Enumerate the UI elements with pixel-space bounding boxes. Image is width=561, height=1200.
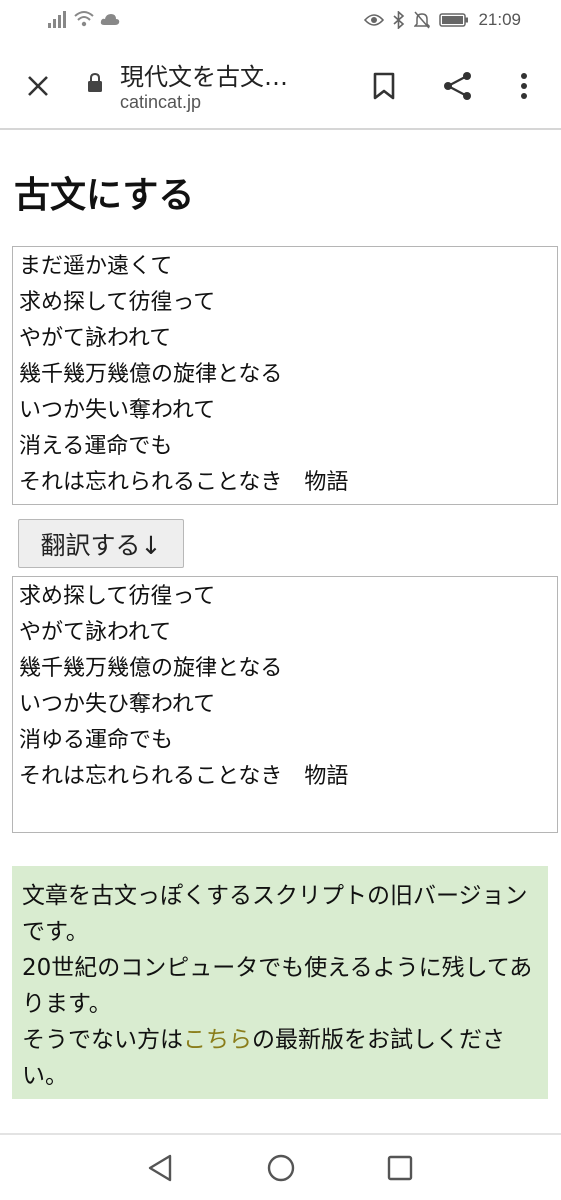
page-url[interactable]: catincat.jp (120, 92, 201, 113)
signal-icon (48, 11, 66, 28)
lock-icon (88, 72, 102, 92)
source-text-input[interactable]: まだ遥か遠くて 求め探して彷徨って やがて詠われて 幾千幾万幾億の旋律となる い… (12, 246, 558, 505)
bluetooth-icon (393, 11, 405, 29)
system-nav-bar (0, 1135, 561, 1200)
status-left (48, 10, 120, 28)
note-line-compat: 20世紀のコンピュータでも使えるように残してあります。 (22, 955, 533, 1017)
bookmark-button[interactable] (364, 66, 404, 106)
share-icon (444, 72, 471, 100)
page-title[interactable]: 現代文を古文… (120, 57, 288, 92)
mute-icon (414, 11, 431, 29)
status-right: 21:09 (364, 10, 521, 30)
battery-icon (439, 13, 469, 27)
note-text-before-link: そうでない方は (22, 1027, 183, 1053)
translate-button[interactable]: 翻訳する↓ (18, 519, 184, 568)
latest-version-link[interactable]: こちら (183, 1027, 252, 1053)
status-time: 21:09 (478, 10, 521, 29)
translated-text-output[interactable]: 求め探して彷徨って やがて詠われて 幾千幾万幾億の旋律となる いつか失ひ奪われて… (12, 576, 558, 833)
close-icon (28, 76, 48, 96)
browser-top-bar: 現代文を古文… catincat.jp (0, 40, 561, 130)
more-vert-icon (521, 73, 527, 99)
info-note: 文章を古文っぽくするスクリプトの旧バージョンです。 20世紀のコンピュータでも使… (12, 866, 548, 1099)
status-bar: 21:09 (0, 0, 561, 40)
bookmark-icon (373, 72, 395, 100)
eye-icon (364, 14, 385, 26)
overflow-menu-button[interactable] (506, 66, 542, 106)
home-icon[interactable] (266, 1153, 296, 1183)
page-heading: 古文にする (14, 175, 195, 216)
cloud-icon (100, 14, 120, 25)
wifi-icon (74, 11, 94, 27)
recent-apps-icon[interactable] (387, 1155, 413, 1181)
share-button[interactable] (436, 66, 480, 106)
close-button[interactable] (18, 66, 58, 106)
back-icon[interactable] (146, 1153, 174, 1183)
note-line-old-version: 文章を古文っぽくするスクリプトの旧バージョンです。 (22, 883, 528, 945)
note-line-latest: そうでない方はこちらの最新版をお試しください。 (22, 1022, 538, 1094)
